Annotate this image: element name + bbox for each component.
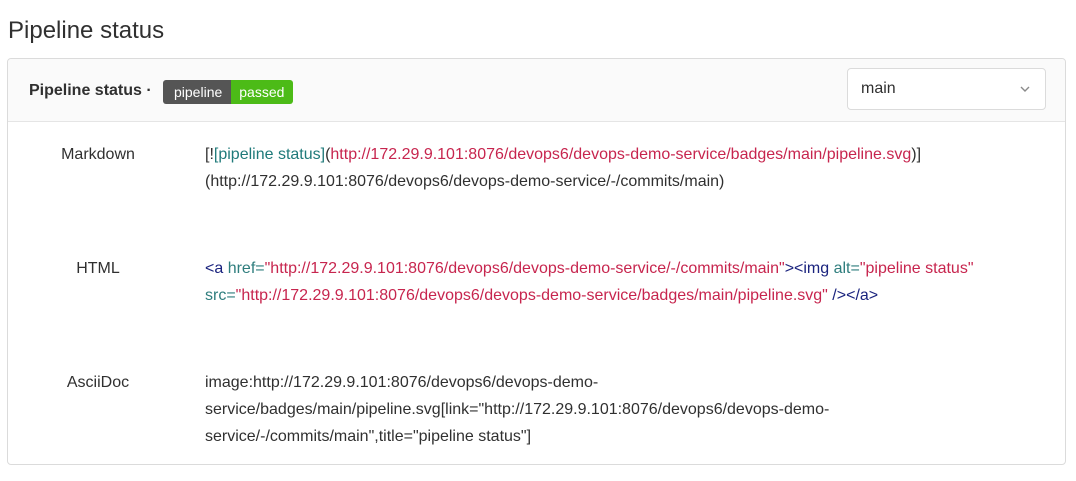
badge-label: pipeline <box>163 80 232 104</box>
markdown-snippet[interactable]: [![pipeline status] (http://172.29.9.101:… <box>205 141 1025 195</box>
html-snippet[interactable]: <a href="http://172.29.9.101:8076/devops… <box>205 255 1025 309</box>
html-label: HTML <box>76 260 120 277</box>
branch-select-value: main <box>861 80 896 97</box>
chevron-down-icon <box>1019 82 1031 100</box>
pipeline-status-card: Pipeline status · pipeline passed main M… <box>7 58 1066 465</box>
card-header: Pipeline status · pipeline passed main <box>8 59 1065 122</box>
html-part: <a <box>205 260 224 277</box>
branch-select[interactable]: main <box>847 68 1046 110</box>
html-part: href= <box>223 260 265 277</box>
md-part: [! <box>205 146 214 163</box>
md-part: http://172.29.9.101:8076/devops6/devops-… <box>330 146 912 163</box>
badge-status: passed <box>231 80 294 104</box>
md-part: [pipeline status] <box>213 146 326 163</box>
card-title: Pipeline status · <box>29 82 152 99</box>
html-part: /></a> <box>827 287 879 304</box>
md-part: )] <box>911 146 922 163</box>
asciidoc-label: AsciiDoc <box>66 374 130 391</box>
page-title: Pipeline status <box>8 17 165 44</box>
html-part: "http://172.29.9.101:8076/devops6/devops… <box>235 287 828 304</box>
html-part: src= <box>205 287 236 304</box>
markdown-label: Markdown <box>61 146 135 163</box>
html-part: "pipeline status" <box>859 260 974 277</box>
html-part: alt= <box>829 260 860 277</box>
pipeline-badge: pipeline passed <box>163 80 294 104</box>
asciidoc-snippet[interactable]: image:http://172.29.9.101:8076/devops6/d… <box>205 369 915 450</box>
md-part: (http://172.29.9.101:8076/devops6/devops… <box>205 173 725 190</box>
html-part: "http://172.29.9.101:8076/devops6/devops… <box>264 260 785 277</box>
html-part: ><img <box>784 260 830 277</box>
